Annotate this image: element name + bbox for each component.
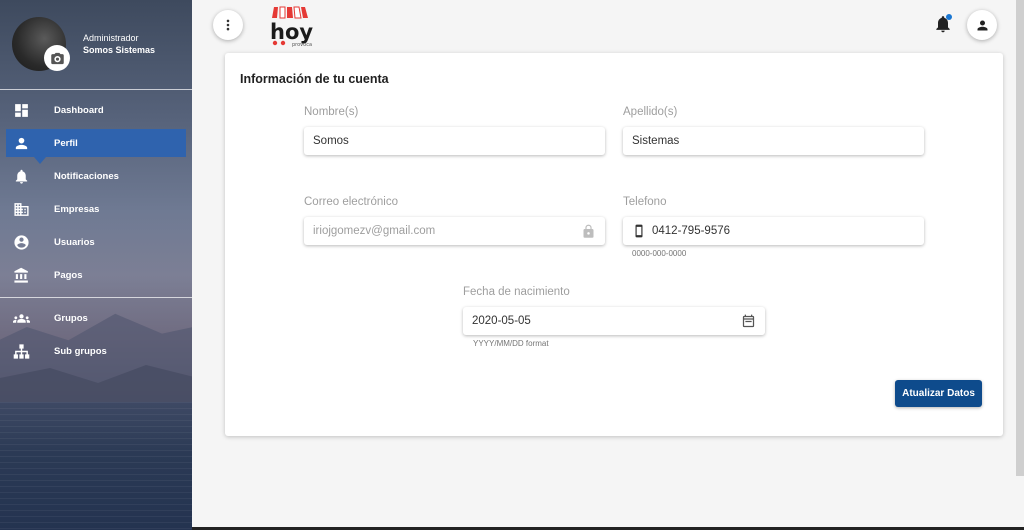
email-label: Correo electrónico [304, 196, 398, 208]
calendar-icon[interactable] [741, 314, 756, 329]
person-icon [977, 20, 987, 30]
profile-role: Administrador [83, 33, 139, 43]
dashboard-icon [6, 102, 36, 119]
first-name-label: Nombre(s) [304, 106, 359, 118]
sidebar-item-label: Sub grupos [54, 345, 107, 357]
brand-logo-text: hoy [270, 20, 313, 44]
smartphone-icon [635, 224, 643, 238]
phone-label: Telefono [623, 196, 667, 208]
last-name-field[interactable] [623, 127, 924, 155]
sidebar-item-label: Perfil [54, 137, 78, 149]
brand-logo-subtext: provoca [292, 42, 312, 48]
birthdate-format-hint: YYYY/MM/DD format [473, 339, 549, 348]
camera-icon[interactable] [44, 45, 70, 71]
birthdate-field[interactable] [463, 307, 765, 335]
person-icon [6, 135, 36, 152]
scrollbar[interactable] [1016, 0, 1024, 476]
user-menu-button[interactable] [967, 10, 997, 40]
notification-badge [946, 14, 952, 20]
sidebar-item-label: Empresas [54, 203, 100, 215]
birthdate-label: Fecha de nacimiento [463, 286, 570, 298]
sidebar-item-label: Pagos [54, 269, 83, 281]
sidebar: Administrador Somos Sistemas Dashboard P… [0, 0, 192, 530]
sidebar-item-label: Notificaciones [54, 170, 119, 182]
phone-field[interactable] [623, 217, 924, 245]
account-circle-icon [6, 234, 36, 251]
profile-panel: Administrador Somos Sistemas [0, 0, 192, 90]
sitemap-icon [6, 343, 36, 360]
sidebar-item-label: Usuarios [54, 236, 95, 248]
sidebar-item-notificaciones[interactable]: Notificaciones [6, 162, 186, 190]
sidebar-item-empresas[interactable]: Empresas [6, 195, 186, 223]
bank-icon [6, 267, 36, 284]
email-field[interactable] [304, 217, 605, 245]
building-icon [6, 201, 36, 218]
phone-format-hint: 0000-000-0000 [632, 249, 687, 258]
first-name-field[interactable] [304, 127, 605, 155]
group-icon [6, 310, 36, 327]
sidebar-divider [0, 297, 192, 298]
sidebar-item-sub-grupos[interactable]: Sub grupos [6, 337, 186, 365]
lock-icon [583, 224, 594, 238]
phone-input[interactable] [652, 225, 915, 237]
sidebar-background-sea [0, 402, 192, 530]
update-data-button[interactable]: Atualizar Datos [895, 380, 982, 407]
sidebar-item-grupos[interactable]: Grupos [6, 304, 186, 332]
last-name-input[interactable] [632, 135, 915, 147]
bell-icon [6, 168, 36, 185]
sidebar-divider [0, 89, 192, 90]
sidebar-item-label: Dashboard [54, 104, 104, 116]
sidebar-item-pagos[interactable]: Pagos [6, 261, 186, 289]
card-title: Información de tu cuenta [240, 72, 389, 86]
birthdate-input[interactable] [472, 315, 741, 327]
sidebar-item-dashboard[interactable]: Dashboard [6, 96, 186, 124]
brand-logo[interactable]: hoy provoca [268, 4, 328, 48]
sidebar-item-usuarios[interactable]: Usuarios [6, 228, 186, 256]
email-input[interactable] [313, 225, 581, 237]
last-name-label: Apellido(s) [623, 106, 678, 118]
more-options-button[interactable] [213, 10, 243, 40]
sidebar-item-label: Grupos [54, 312, 88, 324]
profile-name: Somos Sistemas [83, 45, 156, 55]
more-vertical-icon [226, 19, 230, 31]
sidebar-item-perfil[interactable]: Perfil [6, 129, 186, 164]
first-name-input[interactable] [313, 135, 596, 147]
